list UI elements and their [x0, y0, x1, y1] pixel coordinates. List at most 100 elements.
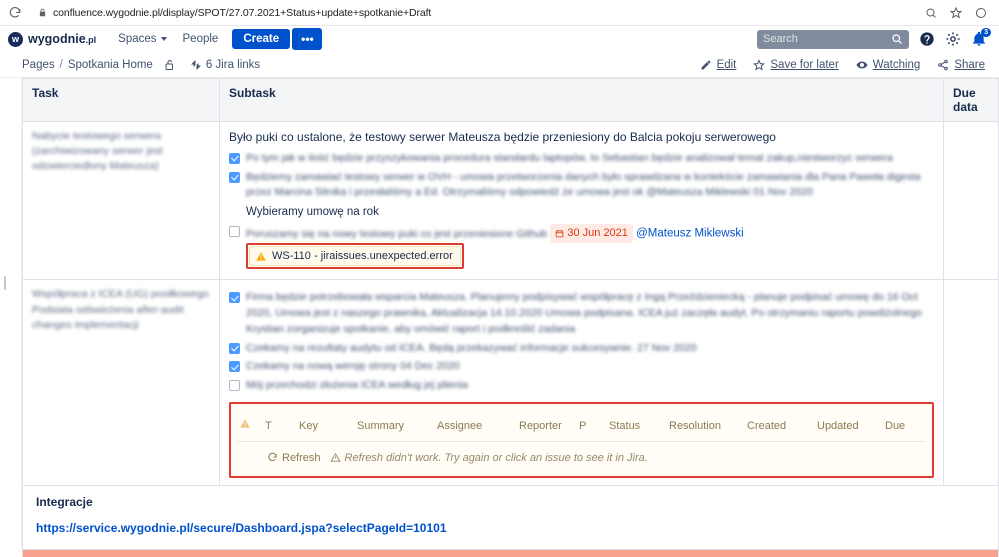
integration-link[interactable]: https://service.wygodnie.pl/secure/Dashb… [36, 521, 985, 535]
jira-col-assignee[interactable]: Assignee [435, 411, 517, 442]
lock-icon [39, 8, 46, 17]
checkbox-checked-icon[interactable] [229, 171, 240, 183]
breadcrumb-parent[interactable]: Spotkania Home [68, 59, 153, 71]
checklist-item[interactable]: Firma będzie potrzebowała wsparcia Mateu… [229, 290, 934, 337]
notifications-button[interactable]: 3 [971, 28, 991, 47]
create-more-button[interactable]: ••• [292, 28, 322, 50]
jira-col-p[interactable]: P [577, 411, 607, 442]
address-bar[interactable]: confluence.wygodnie.pl/display/SPOT/27.0… [30, 4, 917, 22]
notifications-badge: 3 [981, 28, 991, 37]
brand-home-link[interactable]: w wygodnie.pl [8, 31, 97, 47]
outline-cell: Ogólny zarys: Priorytetem są drobne zada… [22, 548, 999, 557]
breadcrumb-pages[interactable]: Pages [22, 59, 55, 71]
column-header-due: Due data [943, 78, 999, 122]
pencil-icon [701, 60, 711, 69]
jira-error-badge[interactable]: WS-110 - jiraissues.unexpected.error [249, 245, 461, 267]
table-row: Nabycie testowego serwera (zarchiwizowan… [22, 120, 999, 281]
jira-table-header-row: T Key Summary Assignee Reporter P Status… [237, 411, 926, 442]
checklist-text-redacted: Poruszamy się na nowy testowy puki co je… [246, 227, 548, 240]
left-gutter [0, 78, 22, 547]
jira-col-status[interactable]: Status [607, 411, 667, 442]
jira-issues-table: T Key Summary Assignee Reporter P Status… [237, 411, 926, 442]
help-icon [920, 32, 934, 46]
jira-col-created[interactable]: Created [745, 411, 815, 442]
watching-label: Watching [872, 58, 921, 71]
due-date-lozenge[interactable]: 30 Jun 2021 [550, 224, 633, 243]
checkbox-checked-icon[interactable] [229, 342, 240, 354]
omnibox-actions [925, 6, 991, 19]
page-body: Task Subtask Due data Nabycie testowego … [0, 78, 999, 557]
star-icon [753, 58, 766, 70]
help-button[interactable] [919, 31, 935, 47]
checklist-last-content: Poruszamy się na nowy testowy puki co je… [246, 224, 934, 270]
checklist-item[interactable]: Czekamy na nową wersję strony 04 Dec 202… [229, 359, 934, 375]
refresh-icon [268, 453, 277, 462]
wygodnie-logo-icon: w [8, 31, 23, 47]
jira-col-updated[interactable]: Updated [815, 411, 883, 442]
watching-button[interactable]: Watching [856, 58, 921, 71]
jira-links-indicator[interactable]: 6 Jira links [190, 59, 260, 71]
save-for-later-button[interactable]: Save for later [753, 58, 839, 71]
warning-triangle-icon [240, 419, 250, 428]
checklist-item[interactable]: Będziemy zamawiać testowy serwer w OVH -… [229, 170, 934, 202]
share-label: Share [954, 58, 985, 71]
refresh-button[interactable]: Refresh [267, 452, 321, 464]
checkbox-checked-icon[interactable] [229, 361, 240, 373]
jira-col-t[interactable]: T [263, 411, 297, 442]
gear-icon [946, 32, 960, 46]
annotation-rect: T Key Summary Assignee Reporter P Status… [229, 401, 934, 478]
jira-col-key[interactable]: Key [297, 411, 355, 442]
table-row-integration: Integracje https://service.wygodnie.pl/s… [22, 484, 999, 550]
settings-button[interactable] [945, 31, 961, 47]
reload-icon[interactable] [8, 6, 22, 20]
bookmark-star-icon[interactable] [950, 6, 962, 19]
integration-cell: Integracje https://service.wygodnie.pl/s… [22, 484, 999, 550]
column-header-task: Task [22, 78, 220, 122]
jira-col-resolution[interactable]: Resolution [667, 411, 745, 442]
due-date-cell [943, 279, 999, 486]
jira-col-reporter[interactable]: Reporter [517, 411, 577, 442]
checklist-item[interactable]: Mój przechodzi złożenia ICEA według jej … [229, 378, 934, 394]
status-update-table: Task Subtask Due data Nabycie testowego … [22, 78, 999, 557]
jira-col-summary[interactable]: Summary [355, 411, 435, 442]
unlocked-padlock-icon[interactable] [164, 59, 176, 71]
chevron-down-icon [160, 37, 167, 41]
refresh-label: Refresh [282, 451, 321, 464]
checkbox-unchecked-icon[interactable] [229, 380, 240, 392]
page-actions: Edit Save for later Watching Share [700, 59, 985, 71]
checkbox-checked-icon[interactable] [229, 152, 240, 164]
task-cell: Nabycie testowego serwera (zarchiwizowan… [22, 120, 220, 281]
edit-button[interactable]: Edit [700, 59, 736, 71]
checklist-item[interactable]: Po tym jak w ilość będzie przyszykowania… [229, 151, 934, 167]
brand-name: wygodnie.pl [28, 32, 97, 46]
breadcrumb: Pages / Spotkania Home [22, 59, 176, 71]
checklist-item-last[interactable]: Poruszamy się na nowy testowy puki co je… [229, 224, 934, 270]
share-button[interactable]: Share [937, 59, 985, 71]
user-mention[interactable]: @Mateusz Miklewski [636, 228, 744, 240]
warning-triangle-icon [329, 453, 341, 462]
jira-macro-warning-cell [237, 411, 263, 442]
save-for-later-label: Save for later [770, 58, 839, 71]
checkbox-checked-icon[interactable] [229, 292, 240, 304]
profile-icon[interactable] [975, 7, 987, 19]
jira-col-due[interactable]: Due [883, 411, 926, 442]
table-row: Współpraca z ICEA (UG) posiłkowego Podsi… [22, 279, 999, 486]
subtask-cell: Firma będzie potrzebowała wsparcia Mateu… [219, 279, 944, 486]
nav-people[interactable]: People [175, 30, 227, 48]
checklist-item[interactable]: Czekamy na rezultaty audytu od ICEA. Będ… [229, 341, 934, 357]
jira-macro-footer: Refresh Refresh didn't work. Try again o… [237, 442, 926, 470]
checkbox-unchecked-icon[interactable] [229, 226, 240, 238]
due-date-cell [943, 120, 999, 281]
checklist-extra-line: Wybieramy umowę na rok [246, 206, 379, 219]
page-content: Task Subtask Due data Nabycie testowego … [22, 78, 999, 557]
breadcrumb-bar: Pages / Spotkania Home 6 Jira links Edit… [0, 52, 999, 78]
jira-error-text: WS-110 - jiraissues.unexpected.error [272, 249, 453, 262]
zoom-icon[interactable] [925, 7, 937, 19]
browser-toolbar: confluence.wygodnie.pl/display/SPOT/27.0… [0, 0, 999, 26]
create-button[interactable]: Create [232, 29, 291, 49]
due-date-text: 30 Jun 2021 [567, 227, 628, 240]
column-header-subtask: Subtask [219, 78, 944, 122]
table-drag-handle[interactable] [4, 276, 6, 290]
search-input[interactable]: Search [757, 29, 909, 49]
nav-spaces[interactable]: Spaces [110, 30, 174, 48]
